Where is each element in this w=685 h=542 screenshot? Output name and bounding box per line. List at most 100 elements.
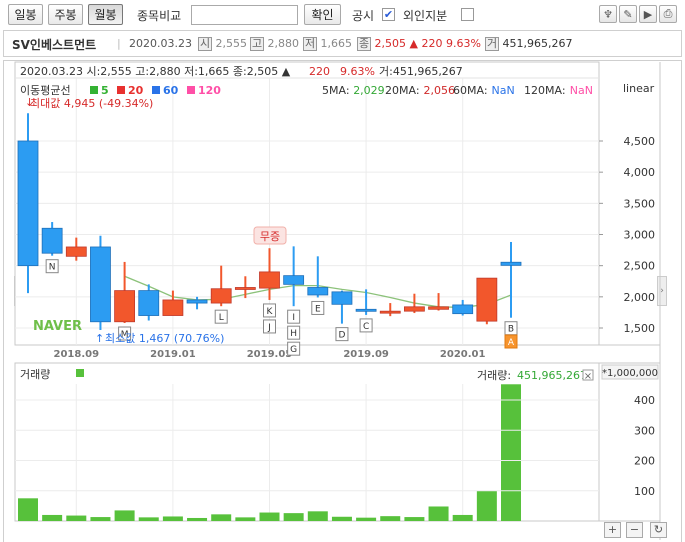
volume-bar [476,490,497,521]
volume-y-tick-label: 100 [634,485,655,498]
naver-watermark: NAVER [33,319,82,334]
close-icon: × [584,371,592,382]
x-tick-label: 2019.05 [247,349,293,360]
volume-bar [428,506,449,521]
volume-bar [283,513,304,521]
issue-label: 무증 [260,230,280,243]
volume-bar [331,516,352,521]
candle-body [234,287,256,290]
max-arrow-icon: ↓ [25,96,34,109]
volume-bar [235,517,256,521]
volume-bar [138,517,159,521]
volume-bar [66,515,87,521]
ma-value: NaN [570,84,593,97]
volume-legend-swatch [76,369,84,377]
price-header: 2020.03.23 시:2,555 고:2,880 저:1,665 종:2,5… [20,65,291,78]
volume-unit: *1,000,000 [602,368,658,379]
event-marker-label: J [267,323,271,333]
y-tick-label: 3,500 [624,197,656,210]
candle-body [331,291,353,305]
volume-bar [211,514,232,521]
ma-legend-swatch [90,86,98,94]
ma-legend-label: 20 [128,84,144,97]
refresh-button[interactable]: ↻ [650,522,667,538]
volume-bar [452,514,473,521]
ma-value-label: 120MA: [524,84,566,97]
min-arrow-icon: ↑ [95,332,104,345]
y-tick-label: 2,000 [624,291,656,304]
candle-body [355,308,377,312]
volume-bar [501,384,521,521]
volume-title: 거래량 [20,368,50,381]
volume-y-tick-label: 200 [634,455,655,468]
y-axis-ticks: 1,500 2,000 2,500 3,000 3,500 4,000 4,500 [599,135,655,335]
y-tick-label: 2,500 [624,260,656,273]
price-header-change: 220 [309,65,330,78]
price-header-pct: 9.63% [340,65,375,78]
ma-legend-label: 5 [101,84,109,97]
ma-legend-swatch [152,86,160,94]
event-marker-label: A [508,338,515,348]
candle-body [114,290,135,323]
candle-body [90,246,111,323]
y-tick-label: 3,000 [624,229,656,242]
candle-body [379,310,401,314]
volume-current-value: 451,965,267 [517,369,587,382]
candle-body [210,288,232,304]
candle-body [41,227,63,254]
y-tick-label: 4,500 [624,135,656,148]
candle-body [259,271,280,289]
candle-body [186,299,208,304]
max-label: 최대값 4,945 (-49.34%) [30,97,153,110]
candle-body [476,277,498,322]
x-tick-label: 2020.01 [440,349,486,360]
volume-bar [18,498,38,521]
volume-bar [162,516,183,521]
ma-legend-swatch [117,86,125,94]
ma-value-label: 60MA: [453,84,488,97]
candle-body [403,306,425,312]
candle-body [17,140,39,267]
volume-y-tick-label: 300 [634,424,655,437]
ma-value-label: 5MA: [322,84,350,97]
event-marker-label: B [508,325,514,335]
x-tick-label: 2018.09 [54,349,100,360]
volume-bar [90,517,111,521]
ma-legend-swatch [187,86,195,94]
y-tick-label: 4,000 [624,166,656,179]
event-marker-label: G [290,345,297,355]
event-marker-label: I [292,313,295,323]
volume-bar [307,511,328,521]
candle-body [162,299,184,316]
volume-current-label: 거래량: [477,369,511,382]
candle-body [428,306,449,310]
x-tick-label: 2019.01 [150,349,196,360]
min-label: 최소값 1,467 (70.76%) [105,332,224,345]
price-header-volume: 거:451,965,267 [379,65,463,78]
event-marker-label: D [338,331,345,341]
candle-body [138,290,160,316]
scale-label[interactable]: linear [623,82,655,95]
zoom-in-button[interactable]: + [604,522,621,538]
candle-body [500,261,522,266]
ma-values: 5MA: 2,029 20MA: 2,05660MA: NaN 120MA: NaN [322,84,593,97]
zoom-out-button[interactable]: − [626,522,643,538]
volume-bar [356,517,377,521]
ma-legend-label: 60 [163,84,179,97]
volume-bar [380,516,401,521]
ma-value: 2,056 [424,84,456,97]
candle-body [452,304,474,315]
candle-body [307,287,329,296]
x-axis-ticks: 2018.09 2019.01 2019.05 2019.09 2020.01 [54,349,486,360]
candle-body [65,246,87,257]
event-marker-label: H [290,329,297,339]
event-marker-label: E [315,304,321,314]
volume-bar [187,517,208,521]
stock-chart: 1,500 2,000 2,500 3,000 3,500 4,000 4,500 2018… [14,61,661,540]
volume-bar [404,517,425,521]
event-marker-label: N [49,263,56,273]
ma-value-label: 20MA: [385,84,420,97]
volume-bar [42,514,63,521]
volume-y-tick-label: 400 [634,394,655,407]
y-tick-label: 1,500 [624,322,656,335]
